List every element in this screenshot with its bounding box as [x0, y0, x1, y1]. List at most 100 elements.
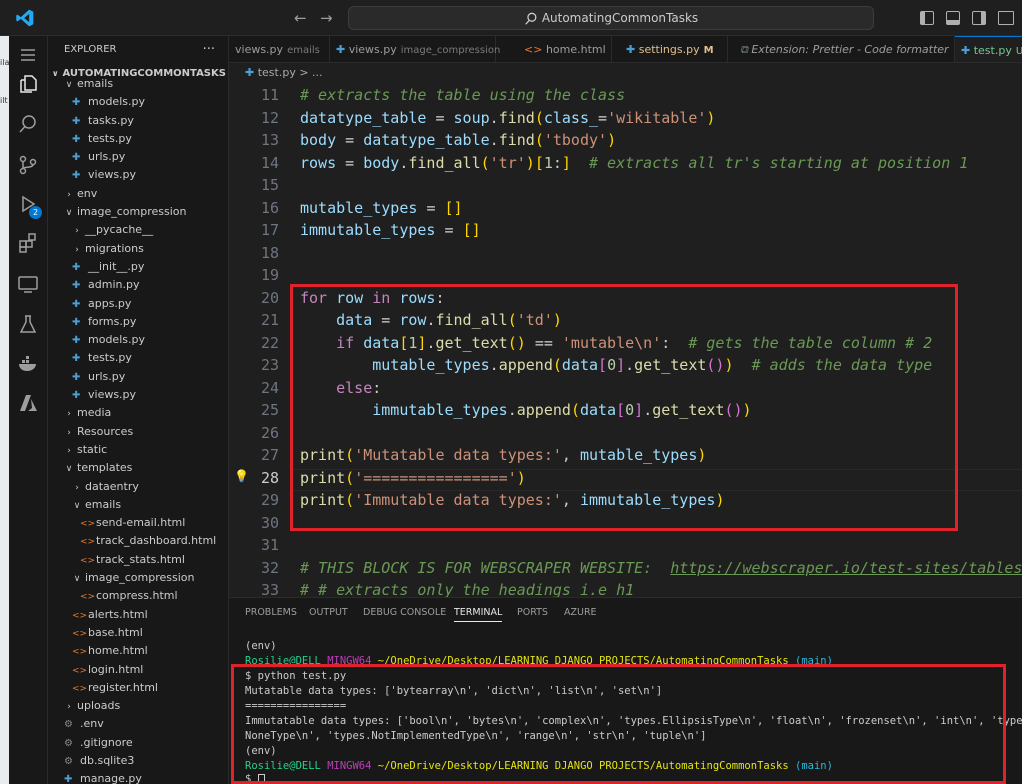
file-tree-item[interactable]: ✚ apps.py [48, 295, 228, 313]
explorer-header: EXPLORER ··· [48, 36, 228, 64]
file-tree-item[interactable]: ✚ tasks.py [48, 112, 228, 130]
file-tree-item[interactable]: › media [48, 404, 228, 422]
file-tree-item[interactable]: › dataentry [48, 478, 228, 496]
explorer-sidebar: EXPLORER ··· ∨ AUTOMATINGCOMMONTASKS ∨ emai… [48, 36, 229, 784]
file-tree-item[interactable]: › env [48, 185, 228, 203]
tab-settings-py[interactable]: ✚ settings.py M [612, 36, 728, 62]
python-file-icon: ✚ [626, 43, 639, 56]
file-tree-item[interactable]: ✚ tests.py [48, 349, 228, 367]
code-line-11: # extracts the table using the class [300, 86, 626, 104]
file-tree-item[interactable]: ✚ views.py [48, 386, 228, 404]
file-tree-item[interactable]: ⚙ db.sqlite3 [48, 752, 228, 770]
line-number: 12 [260, 108, 279, 127]
file-tree-item[interactable]: <>alerts.html [48, 606, 228, 624]
tab-label: home.html [545, 43, 606, 56]
file-tree-item[interactable]: <>compress.html [48, 587, 228, 605]
title-bar: ← → AutomatingCommonTasks [0, 0, 1022, 36]
file-tree-item[interactable]: ⚙ .gitignore [48, 734, 228, 752]
tab-home-html[interactable]: <> home.html [496, 36, 612, 62]
file-tree-item[interactable]: ✚ admin.py [48, 276, 228, 294]
file-tree-item[interactable]: <>send-email.html [48, 514, 228, 532]
line-number: 25 [260, 401, 279, 419]
file-tree-item[interactable]: ✚ views.py [48, 166, 228, 184]
file-tree-item[interactable]: ✚ __init__.py [48, 258, 228, 276]
extensions-icon[interactable] [17, 232, 39, 254]
testing-flask-icon[interactable] [17, 313, 39, 335]
file-tree-item[interactable]: <>home.html [48, 642, 228, 660]
file-tree-item[interactable]: ✚ urls.py [48, 148, 228, 166]
background-window-strip: ila ilt [0, 36, 9, 784]
tab-views-emails[interactable]: views.py emails [229, 36, 330, 62]
file-tree-item[interactable]: ∨ image_compression [48, 569, 228, 587]
terminal-env-line: (env) [245, 640, 277, 652]
file-tree-item[interactable]: <>base.html [48, 624, 228, 642]
line-number: 24 [260, 378, 279, 397]
editor-tabs: views.py emails ✚ views.py image_compressi… [229, 36, 1022, 63]
tab-azure[interactable]: AZURE [564, 607, 597, 618]
file-tree-item[interactable]: ✚ forms.py [48, 313, 228, 331]
tab-views-image-compression[interactable]: ✚ views.py image_compression [330, 36, 500, 62]
file-tree-item[interactable]: ✚ manage.py [48, 770, 228, 784]
tab-ports[interactable]: PORTS [517, 607, 548, 618]
forward-arrow-icon[interactable]: → [320, 9, 333, 27]
file-tree-item[interactable]: ⚙ .env [48, 715, 228, 733]
file-tree-label: image_compression [77, 205, 187, 219]
line-number: 19 [260, 266, 279, 284]
file-tree-label: __pycache__ [85, 223, 154, 237]
toggle-secondary-sidebar-icon[interactable] [972, 11, 986, 25]
more-actions-icon[interactable]: ··· [203, 36, 215, 64]
file-tree-item[interactable]: <>track_dashboard.html [48, 532, 228, 550]
file-tree-label: emails [85, 497, 122, 511]
tab-terminal[interactable]: TERMINAL [454, 607, 503, 622]
tab-test-py[interactable]: ✚ test.py U [955, 36, 1022, 62]
file-tree-item[interactable]: <>track_stats.html [48, 551, 228, 569]
tab-label: settings.py [638, 43, 700, 56]
file-tree-item[interactable]: ✚ models.py [48, 93, 228, 111]
file-tree-label: media [77, 406, 112, 420]
file-tree-label: env [77, 186, 98, 200]
file-tree-item[interactable]: <>register.html [48, 679, 228, 697]
python-file-icon: ✚ [72, 170, 81, 182]
breadcrumb-file[interactable]: test.py [258, 66, 296, 79]
source-control-icon[interactable] [17, 154, 39, 176]
file-tree-item[interactable]: ✚ models.py [48, 331, 228, 349]
file-tree-item[interactable]: ✚ tests.py [48, 130, 228, 148]
search-icon[interactable] [17, 113, 39, 135]
chevron-right-icon: › [67, 445, 71, 456]
python-file-icon: ✚ [72, 298, 81, 310]
toggle-sidebar-icon[interactable] [920, 11, 934, 25]
azure-icon[interactable] [17, 392, 39, 414]
tab-debug-console[interactable]: DEBUG CONSOLE [363, 607, 446, 618]
customize-layout-icon[interactable] [998, 11, 1014, 25]
search-text: AutomatingCommonTasks [541, 11, 699, 25]
python-file-icon: ✚ [72, 261, 81, 273]
run-debug-icon[interactable] [17, 193, 39, 215]
code-editor[interactable]: 💡 11 12 13 14 15 16 17 18 19 20 21 22 23 24 25 26 27 28 29… [229, 83, 1022, 597]
file-tree-item[interactable]: › Resources [48, 423, 228, 441]
file-tree-item[interactable]: › uploads [48, 697, 228, 715]
file-tree-item[interactable]: ∨ emails [48, 75, 228, 93]
file-tree-label: manage.py [80, 772, 142, 784]
docker-icon[interactable] [17, 353, 39, 375]
tab-output[interactable]: OUTPUT [309, 607, 348, 618]
tab-problems[interactable]: PROBLEMS [245, 607, 297, 618]
file-tree-item[interactable]: › static [48, 441, 228, 459]
file-tree-item[interactable]: ∨ image_compression [48, 203, 228, 221]
tab-extension-prettier[interactable]: ⧉ Extension: Prettier - Code formatter [728, 36, 955, 62]
file-tree-item[interactable]: ∨ emails [48, 496, 228, 514]
line-number: 14 [260, 153, 279, 172]
menu-icon[interactable] [17, 44, 39, 66]
toggle-panel-icon[interactable] [946, 11, 960, 25]
file-tree-item[interactable]: <>login.html [48, 661, 228, 679]
explorer-files-icon[interactable] [17, 73, 39, 95]
file-tree-item[interactable]: ✚ urls.py [48, 368, 228, 386]
breadcrumb-rest[interactable]: > ... [299, 66, 322, 79]
file-tree-item[interactable]: › migrations [48, 240, 228, 258]
file-tree-item[interactable]: ∨ templates [48, 459, 228, 477]
back-arrow-icon[interactable]: ← [294, 9, 307, 27]
command-center-search[interactable]: AutomatingCommonTasks [348, 6, 874, 30]
file-tree-item[interactable]: › __pycache__ [48, 221, 228, 239]
file-tree-label: .gitignore [80, 735, 133, 749]
remote-explorer-icon[interactable] [17, 273, 39, 295]
html-file-icon: <> [72, 610, 88, 621]
